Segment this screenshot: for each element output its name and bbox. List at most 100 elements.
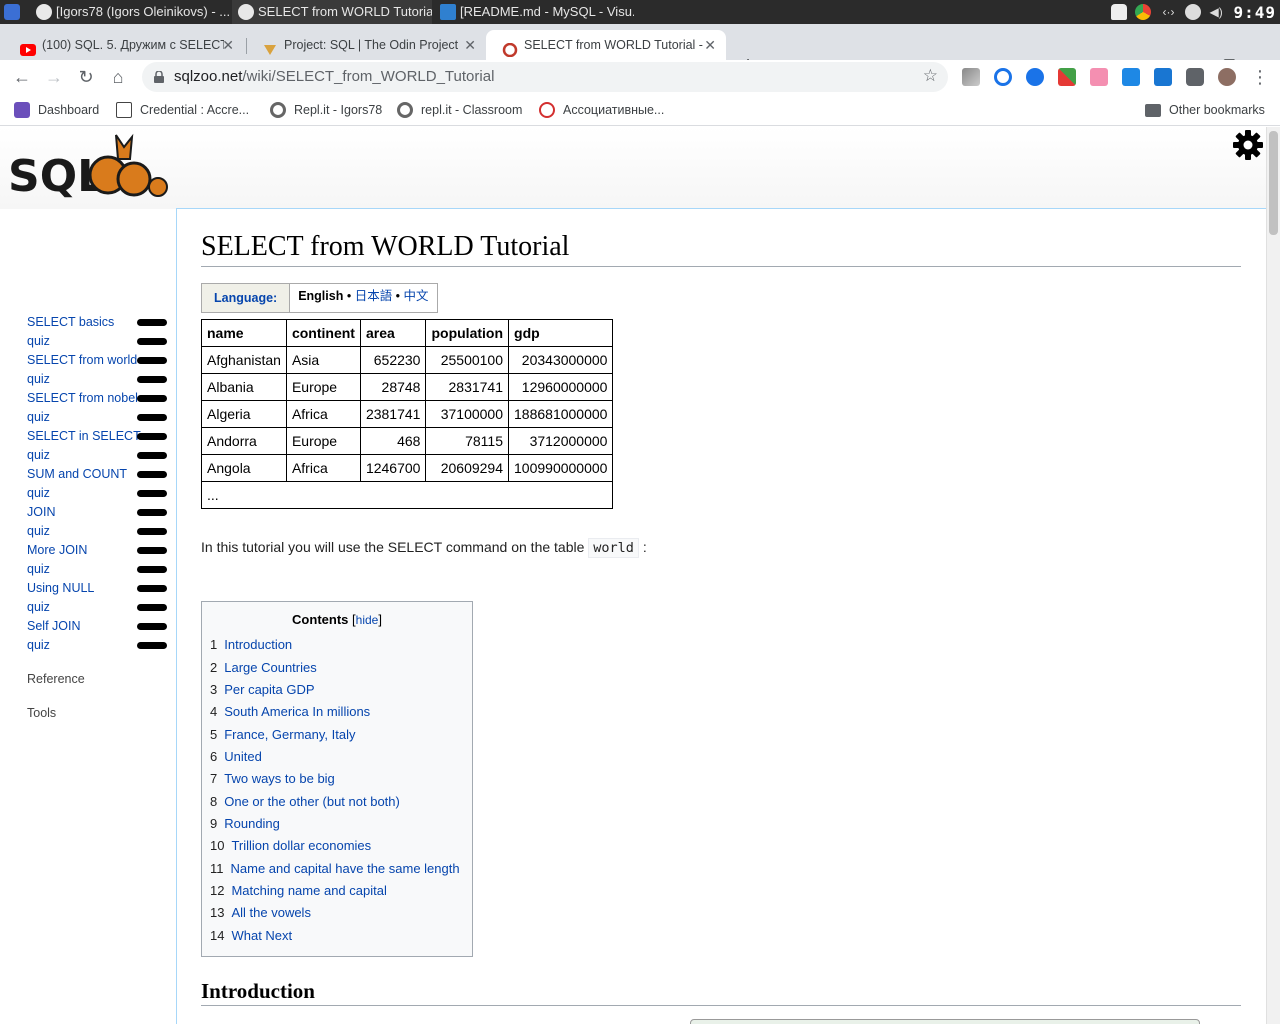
extension-x-icon[interactable] [1058,68,1076,86]
bookmark-associative[interactable]: Ассоциативные... [539,101,664,119]
toc-item[interactable]: 1 Introduction [210,637,292,652]
toc-link[interactable]: France, Germany, Italy [224,727,355,742]
volume-icon[interactable]: ◀) [1209,4,1225,20]
toc-link[interactable]: One or the other (but not both) [224,794,400,809]
sidebar-item-quiz[interactable]: quiz [27,484,50,503]
toc-item[interactable]: 3 Per capita GDP [210,682,315,697]
sidebar-item-quiz[interactable]: quiz [27,370,50,389]
sidebar-item-quiz[interactable]: quiz [27,332,50,351]
page-scrollbar[interactable] [1266,127,1280,1024]
bookmark-credential[interactable]: Credential : Accre... [116,101,249,119]
close-tab-icon[interactable]: ✕ [704,30,716,60]
sidebar-item-quiz[interactable]: quiz [27,408,50,427]
sidebar-item-quiz[interactable]: quiz [27,560,50,579]
toc-item[interactable]: 9 Rounding [210,816,280,831]
language-link-ja[interactable]: 日本語 [355,289,393,303]
toc-hide-link[interactable]: hide [356,613,379,627]
toc-item[interactable]: 10 Trillion dollar economies [210,838,371,853]
close-tab-icon[interactable]: ✕ [222,30,234,60]
toc-link[interactable]: What Next [231,928,292,943]
toc-link[interactable]: South America In millions [224,704,370,719]
toc-link[interactable]: Trillion dollar economies [231,838,371,853]
taskbar-task-sqlzoo[interactable]: SELECT from WORLD Tutoria... [232,0,432,24]
address-bar[interactable]: sqlzoo.net/wiki/SELECT_from_WORLD_Tutori… [142,62,948,92]
reload-icon[interactable]: ↻ [74,65,98,89]
toc-link[interactable]: United [224,749,262,764]
bookmark-star-icon[interactable]: ☆ [923,66,938,86]
toc-item[interactable]: 13 All the vowels [210,905,311,920]
column-header: population [425,319,510,347]
toc-link[interactable]: All the vowels [231,905,310,920]
toc-link[interactable]: Large Countries [224,660,317,675]
close-tab-icon[interactable]: ✕ [464,30,476,60]
extension-arrow-icon[interactable] [1090,68,1108,86]
toc-item[interactable]: 7 Two ways to be big [210,771,335,786]
tab-sqlzoo[interactable]: SELECT from WORLD Tutorial - S ✕ [486,30,726,60]
eyedropper-extension-icon[interactable] [962,68,980,86]
toc-item[interactable]: 5 France, Germany, Italy [210,727,355,742]
sidebar-item-quiz[interactable]: quiz [27,598,50,617]
toc-link[interactable]: Rounding [224,816,280,831]
download-icon[interactable] [1122,68,1140,86]
chrome-tray-icon[interactable] [1135,4,1152,20]
sidebar-item-select-from-nobel[interactable]: SELECT from nobel [27,389,138,408]
forward-arrow-icon[interactable]: → [42,65,66,89]
extensions-puzzle-icon[interactable] [1186,68,1204,86]
tab-youtube[interactable]: (100) SQL. 5. Дружим с SELECT ✕ [4,30,244,60]
toc-item[interactable]: 6 United [210,749,262,764]
youtube-icon [20,38,36,56]
scrollbar-thumb[interactable] [1269,131,1278,235]
bookmark-dashboard[interactable]: Dashboard [14,101,99,119]
toc-link[interactable]: Matching name and capital [231,883,386,898]
toc-item[interactable]: 11 Name and capital have the same length [210,861,460,876]
menu-kebab-icon[interactable]: ⋮ [1248,65,1272,89]
sqlzoo-logo[interactable]: SQL [8,131,170,202]
sidebar-item-select-from-world[interactable]: SELECT from world [27,351,137,370]
toc-link[interactable]: Per capita GDP [224,682,314,697]
app-launcher-icon[interactable] [4,4,20,20]
extension-c-icon[interactable] [994,68,1012,86]
toc-link[interactable]: Two ways to be big [224,771,335,786]
sidebar-reference[interactable]: Reference [27,672,85,686]
toc-link[interactable]: Introduction [224,637,292,652]
tab-odin-project[interactable]: Project: SQL | The Odin Project ✕ [246,30,486,60]
toc-number: 7 [210,771,218,786]
language-link-zh[interactable]: 中文 [404,289,429,303]
sidebar-item-using-null[interactable]: Using NULL [27,579,94,598]
bookmark-replit-igors78[interactable]: Repl.it - Igors78 [270,101,382,119]
gear-icon[interactable] [1232,129,1264,161]
toc-item[interactable]: 4 South America In millions [210,704,370,719]
home-icon[interactable]: ⌂ [106,65,130,89]
url-text[interactable]: sqlzoo.net/wiki/SELECT_from_WORLD_Tutori… [174,68,494,85]
sidebar-item-more-join[interactable]: More JOIN [27,541,87,560]
profile-avatar[interactable] [1218,68,1236,86]
toc-item[interactable]: 12 Matching name and capital [210,883,387,898]
extension-s-icon[interactable] [1154,68,1172,86]
notification-bell-icon[interactable] [1111,4,1128,20]
toc-item[interactable]: 8 One or the other (but not both) [210,794,400,809]
back-arrow-icon[interactable]: ← [10,65,34,89]
toc-item[interactable]: 2 Large Countries [210,660,317,675]
bookmark-replit-classroom[interactable]: repl.it - Classroom [397,101,522,119]
table-row: Andorra Europe 468 78115 3712000000 [201,427,614,455]
sidebar-item-join[interactable]: JOIN [27,503,55,522]
sidebar-item-quiz[interactable]: quiz [27,446,50,465]
taskbar-task-github[interactable]: [Igors78 (Igors Oleinikovs) - ... [30,0,230,24]
toc-number: 2 [210,660,218,675]
sidebar-item-select-in-select[interactable]: SELECT in SELECT [27,427,141,446]
tab-title: Project: SQL | The Odin Project [284,38,459,52]
taskbar-task-vscode[interactable]: [README.md - MySQL - Visu... [434,0,634,24]
toc-link[interactable]: Name and capital have the same length [231,861,460,876]
sidebar-item-quiz[interactable]: quiz [27,522,50,541]
sidebar-item-quiz[interactable]: quiz [27,636,50,655]
other-bookmarks[interactable]: Other bookmarks [1145,101,1265,119]
table-cell: 28748 [359,373,427,401]
toc-item[interactable]: 14 What Next [210,928,292,943]
sidebar-item-sum-and-count[interactable]: SUM and COUNT [27,465,127,484]
sidebar-tools[interactable]: Tools [27,706,56,720]
sidebar-item-select-basics[interactable]: SELECT basics [27,313,114,332]
extension-circle-icon[interactable] [1026,68,1044,86]
sidebar-item-self-join[interactable]: Self JOIN [27,617,81,636]
power-icon[interactable] [1185,4,1202,20]
network-icon[interactable]: ‹·› [1159,4,1177,20]
